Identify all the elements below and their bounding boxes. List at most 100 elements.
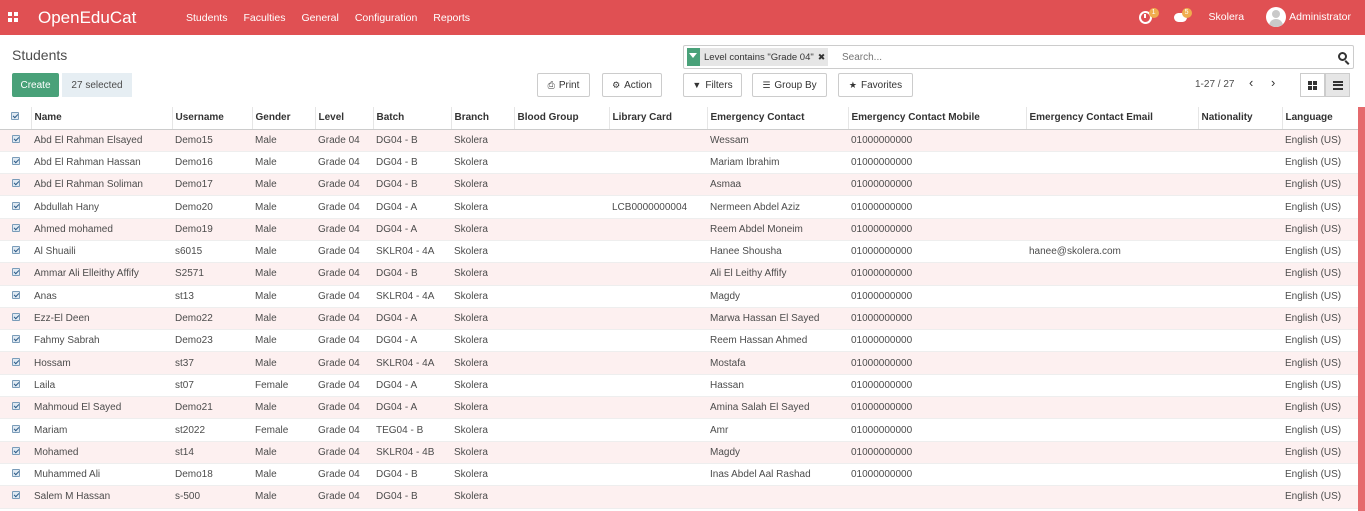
cell-level[interactable]: Grade 04 — [315, 151, 373, 175]
cell-batch[interactable]: DG04 - A — [373, 374, 451, 398]
cell-emergency-contact[interactable] — [707, 485, 848, 509]
row-select-checkbox[interactable] — [0, 285, 31, 308]
cell-branch[interactable]: Skolera — [451, 374, 514, 398]
cell-library-card[interactable] — [609, 463, 707, 487]
table-row[interactable]: Abdullah Hany Demo20 Male Grade 04 DG04 - AS… — [0, 195, 1358, 219]
search-input[interactable] — [842, 49, 1322, 65]
cell-gender[interactable]: Male — [252, 240, 315, 264]
cell-nationality[interactable] — [1198, 240, 1282, 264]
cell-username[interactable]: st13 — [172, 285, 252, 308]
cell-batch[interactable]: DG04 - A — [373, 307, 451, 331]
cell-blood-group[interactable] — [514, 396, 609, 420]
cell-emergency-contact-mobile[interactable]: 01000000000 — [848, 463, 1026, 487]
cell-language[interactable]: English (US) — [1282, 195, 1358, 219]
cell-level[interactable]: Grade 04 — [315, 396, 373, 420]
cell-emergency-contact-mobile[interactable] — [848, 485, 1026, 509]
activity-clock-icon[interactable]: 1 — [1138, 7, 1159, 24]
cell-emergency-contact-email[interactable] — [1026, 374, 1198, 398]
column-header-gender[interactable]: Gender — [252, 107, 316, 130]
cell-batch[interactable]: SKLR04 - 4B — [373, 441, 451, 464]
cell-batch[interactable]: DG04 - B — [373, 463, 451, 487]
cell-gender[interactable]: Male — [252, 351, 315, 375]
pager-next-icon[interactable]: › — [1271, 75, 1275, 90]
cell-username[interactable]: Demo15 — [172, 129, 252, 152]
cell-name[interactable]: Laila — [31, 374, 172, 398]
cell-emergency-contact-mobile[interactable]: 01000000000 — [848, 351, 1026, 375]
cell-username[interactable]: st2022 — [172, 418, 252, 442]
cell-library-card[interactable] — [609, 396, 707, 420]
cell-library-card[interactable] — [609, 285, 707, 308]
cell-username[interactable]: Demo21 — [172, 396, 252, 420]
cell-emergency-contact[interactable]: Magdy — [707, 441, 848, 464]
cell-emergency-contact-mobile[interactable]: 01000000000 — [848, 307, 1026, 331]
cell-username[interactable]: s6015 — [172, 240, 252, 264]
cell-nationality[interactable] — [1198, 218, 1282, 241]
table-row[interactable]: Laila st07 Female Grade 04 DG04 - A Skolera Ha… — [0, 374, 1358, 398]
cell-emergency-contact[interactable]: Reem Abdel Moneim — [707, 218, 848, 241]
list-view-button[interactable] — [1325, 73, 1350, 97]
table-row[interactable]: Mohamed st14 Male Grade 04 SKLR04 - 4B Skoler… — [0, 441, 1358, 464]
cell-blood-group[interactable] — [514, 240, 609, 264]
row-select-checkbox[interactable] — [0, 441, 31, 464]
cell-language[interactable]: English (US) — [1282, 240, 1358, 264]
cell-username[interactable]: st07 — [172, 374, 252, 398]
cell-level[interactable]: Grade 04 — [315, 195, 373, 219]
cell-username[interactable]: st37 — [172, 351, 252, 375]
cell-library-card[interactable] — [609, 441, 707, 464]
cell-emergency-contact[interactable]: Inas Abdel Aal Rashad — [707, 463, 848, 487]
cell-language[interactable]: English (US) — [1282, 129, 1358, 152]
column-header-username[interactable]: Username — [172, 107, 253, 130]
cell-name[interactable]: Fahmy Sabrah — [31, 329, 172, 353]
cell-nationality[interactable] — [1198, 463, 1282, 487]
cell-blood-group[interactable] — [514, 485, 609, 509]
cell-name[interactable]: Abdullah Hany — [31, 195, 172, 219]
row-select-checkbox[interactable] — [0, 151, 31, 175]
cell-branch[interactable]: Skolera — [451, 240, 514, 264]
row-select-checkbox[interactable] — [0, 129, 31, 152]
cell-nationality[interactable] — [1198, 285, 1282, 308]
cell-branch[interactable]: Skolera — [451, 218, 514, 241]
cell-branch[interactable]: Skolera — [451, 329, 514, 353]
cell-library-card[interactable] — [609, 151, 707, 175]
cell-blood-group[interactable] — [514, 151, 609, 175]
cell-nationality[interactable] — [1198, 485, 1282, 509]
cell-emergency-contact-email[interactable]: hanee@skolera.com — [1026, 240, 1198, 264]
cell-name[interactable]: Ammar Ali Elleithy Affify — [31, 262, 172, 286]
row-select-checkbox[interactable] — [0, 329, 31, 353]
cell-gender[interactable]: Male — [252, 307, 315, 331]
cell-language[interactable]: English (US) — [1282, 285, 1358, 308]
cell-emergency-contact-email[interactable] — [1026, 151, 1198, 175]
cell-name[interactable]: Abd El Rahman Hassan — [31, 151, 172, 175]
cell-level[interactable]: Grade 04 — [315, 351, 373, 375]
cell-batch[interactable]: DG04 - A — [373, 195, 451, 219]
cell-emergency-contact[interactable]: Ali El Leithy Affify — [707, 262, 848, 286]
cell-batch[interactable]: DG04 - B — [373, 173, 451, 197]
cell-language[interactable]: English (US) — [1282, 218, 1358, 241]
cell-gender[interactable]: Male — [252, 285, 315, 308]
cell-level[interactable]: Grade 04 — [315, 441, 373, 464]
cell-level[interactable]: Grade 04 — [315, 218, 373, 241]
cell-nationality[interactable] — [1198, 129, 1282, 152]
cell-language[interactable]: English (US) — [1282, 173, 1358, 197]
row-select-checkbox[interactable] — [0, 173, 31, 197]
row-select-checkbox[interactable] — [0, 240, 31, 264]
cell-batch[interactable]: TEG04 - B — [373, 418, 451, 442]
cell-blood-group[interactable] — [514, 329, 609, 353]
table-row[interactable]: Ammar Ali Elleithy Affify S2571 Male Grade … — [0, 262, 1358, 286]
cell-nationality[interactable] — [1198, 374, 1282, 398]
cell-name[interactable]: Abd El Rahman Elsayed — [31, 129, 172, 152]
cell-level[interactable]: Grade 04 — [315, 329, 373, 353]
cell-library-card[interactable] — [609, 485, 707, 509]
cell-blood-group[interactable] — [514, 351, 609, 375]
cell-level[interactable]: Grade 04 — [315, 285, 373, 308]
cell-name[interactable]: Muhammed Ali — [31, 463, 172, 487]
cell-blood-group[interactable] — [514, 441, 609, 464]
favorites-button[interactable]: ★ Favorites — [838, 73, 913, 97]
cell-level[interactable]: Grade 04 — [315, 463, 373, 487]
apps-menu-icon[interactable] — [8, 12, 18, 22]
cell-blood-group[interactable] — [514, 195, 609, 219]
cell-language[interactable]: English (US) — [1282, 329, 1358, 353]
cell-gender[interactable]: Female — [252, 418, 315, 442]
cell-name[interactable]: Mariam — [31, 418, 172, 442]
group-by-button[interactable]: ☰ Group By — [752, 73, 827, 97]
